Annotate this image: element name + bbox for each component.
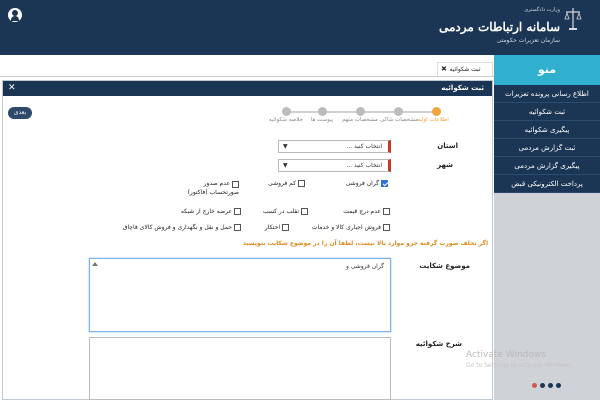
step-dot-defendant[interactable] (356, 107, 365, 116)
checkbox-icon[interactable] (232, 180, 239, 188)
os-watermark-subtitle: Go to Settings to activate Windows. (466, 362, 574, 369)
checkbox-icon[interactable] (383, 224, 390, 231)
close-icon[interactable]: ✕ (8, 81, 16, 96)
checkbox-icon[interactable] (282, 224, 289, 231)
step-label: مشخصات شاکی (379, 117, 419, 123)
checkbox-icon[interactable] (234, 208, 241, 215)
sidebar-item-case-info[interactable]: اطلاع رسانی پرونده تعزیرات (494, 85, 600, 103)
checkbox-icon[interactable] (298, 180, 305, 187)
checkbox-icon[interactable] (234, 224, 241, 231)
description-label: شرح شکوائیه (415, 340, 462, 348)
province-value: انتخاب کنید ... (346, 143, 382, 150)
tab-label: ثبت شکوائیه (449, 66, 481, 73)
checkbox-forced-sale[interactable]: فروش اجباری کالا و خدمات (312, 224, 390, 234)
subject-textarea[interactable]: گران فروشی و (89, 258, 391, 332)
checkbox-no-invoice[interactable]: عدم صدور صورتحساب (فاکتور) (179, 180, 239, 200)
slider-dot[interactable] (556, 383, 561, 388)
step-dot-complainant[interactable] (394, 107, 403, 116)
next-button[interactable]: بعدی (8, 107, 32, 119)
checkbox-hoarding[interactable]: احتکار (265, 224, 289, 234)
tab-divider (0, 76, 494, 77)
sidebar-item-register-complaint[interactable]: ثبت شکوائیه (494, 103, 600, 121)
panel-header: ثبت شکوائیه ✕ (3, 81, 492, 96)
scales-of-justice-icon (564, 8, 582, 30)
step-label: مشخصات متهم (342, 117, 378, 123)
slider-dots (532, 383, 572, 391)
step-dot-initial-info[interactable] (432, 107, 441, 116)
os-watermark-title: Activate Windows (466, 350, 546, 360)
checkbox-short-selling[interactable]: کم فروشی (268, 180, 305, 190)
slider-dot[interactable] (540, 383, 545, 388)
scroll-up-icon[interactable] (92, 262, 98, 266)
brand-logo: وزارت دادگستری سامانه ارتباطات مردمی ساز… (439, 6, 582, 50)
org-line-1: وزارت دادگستری (524, 7, 560, 13)
sidebar-menu: اطلاع رسانی پرونده تعزیرات ثبت شکوائیه پ… (494, 85, 600, 193)
app-title: سامانه ارتباطات مردمی (439, 20, 560, 34)
sidebar-title: منو (494, 55, 600, 85)
chevron-down-icon: ▼ (283, 162, 288, 169)
province-select[interactable]: انتخاب کنید ... ▼ (278, 140, 391, 153)
warning-note: اگر تخلف صورت گرفته جزو موارد بالا نیست،… (242, 240, 488, 247)
step-dot-summary[interactable] (282, 107, 291, 116)
sidebar-item-track-complaint[interactable]: پیگیری شکوائیه (494, 121, 600, 139)
tab-register-complaint[interactable]: ثبت شکوائیه ✖ (437, 62, 493, 76)
user-icon[interactable] (8, 8, 22, 22)
subject-label: موضوع شکایت (419, 262, 470, 270)
step-label: خلاصه شکوائیه (268, 117, 304, 123)
checkbox-off-network-supply[interactable]: عرضه خارج از شبکه (181, 208, 241, 218)
subject-value: گران فروشی و (345, 263, 384, 270)
checkbox-no-price-label[interactable]: عدم درج قیمت (343, 208, 390, 218)
sidebar-item-track-report[interactable]: پیگیری گزارش مردمی (494, 157, 600, 175)
panel-title: ثبت شکوائیه (441, 84, 484, 92)
city-value: انتخاب کنید ... (346, 162, 382, 169)
checkbox-icon[interactable] (301, 208, 308, 215)
slider-dot[interactable] (532, 383, 537, 388)
step-label: پیوست ها (310, 117, 334, 123)
checkbox-overpricing[interactable]: گران فروشی (346, 180, 388, 190)
close-icon[interactable]: ✖ (441, 63, 447, 76)
sidebar: منو اطلاع رسانی پرونده تعزیرات ثبت شکوائ… (494, 55, 600, 400)
sidebar-item-e-payment[interactable]: پرداخت الکترونیکی قبض (494, 175, 600, 193)
checkbox-smuggling[interactable]: حمل و نقل و نگهداری و فروش کالای قاچاق (123, 224, 241, 234)
checkbox-checked-icon[interactable] (381, 180, 388, 187)
checkbox-icon[interactable] (383, 208, 390, 215)
chevron-down-icon: ▼ (283, 143, 288, 150)
slider-dot[interactable] (548, 383, 553, 388)
city-label: شهر (437, 161, 453, 169)
org-line-2: سازمان تعزیرات حکومتی (496, 37, 560, 44)
step-dot-attachments[interactable] (318, 107, 327, 116)
city-select[interactable]: انتخاب کنید ... ▼ (278, 159, 391, 172)
step-label: اطلاعات اولیه (417, 117, 449, 123)
checkbox-business-fraud[interactable]: تقلب در کسب (263, 208, 308, 218)
description-textarea[interactable] (89, 337, 391, 400)
app-header: وزارت دادگستری سامانه ارتباطات مردمی ساز… (0, 0, 600, 55)
sidebar-item-register-report[interactable]: ثبت گزارش مردمی (494, 139, 600, 157)
province-label: استان (437, 142, 458, 150)
